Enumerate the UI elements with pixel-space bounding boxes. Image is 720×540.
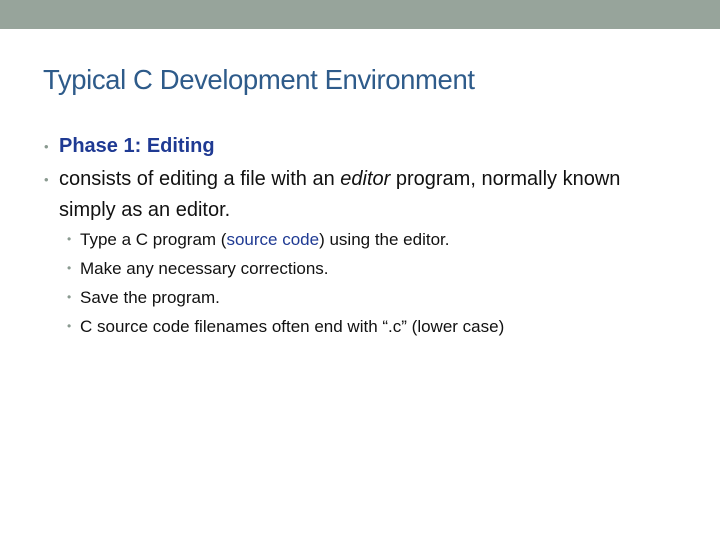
sub-bullet-type-program: • Type a C program (source code) using t… — [67, 225, 450, 254]
bullet-description: • consists of editing a file with an edi… — [44, 164, 669, 226]
bullet-phase-1: • Phase 1: Editing — [44, 131, 215, 162]
sub-bullet-corrections: • Make any necessary corrections. — [67, 254, 329, 283]
bullet-dot-icon: • — [67, 232, 72, 246]
slide-title: Typical C Development Environment — [43, 64, 475, 95]
sub-bullet-save: • Save the program. — [67, 283, 220, 312]
top-decorative-bar — [0, 0, 720, 29]
sub-bullet-text: C source code filenames often end with “… — [80, 317, 505, 336]
bullet-dot-icon: • — [67, 319, 72, 333]
phase-heading: Phase 1: Editing — [59, 135, 215, 157]
sub-bullet-text-end: ) using the editor. — [319, 230, 450, 249]
bullet-dot-icon: • — [67, 261, 72, 275]
description-emphasis: editor — [340, 168, 391, 190]
sub-bullet-text-start: Type a C program ( — [80, 230, 227, 249]
sub-bullet-text: Save the program. — [80, 288, 220, 307]
sub-bullet-filenames: • C source code filenames often end with… — [67, 312, 505, 341]
bullet-dot-icon: • — [44, 172, 49, 187]
description-text-start: consists of editing a file with an — [59, 168, 341, 190]
bullet-dot-icon: • — [67, 290, 72, 304]
bullet-dot-icon: • — [44, 139, 49, 154]
sub-bullet-text: Make any necessary corrections. — [80, 259, 329, 278]
source-code-term: source code — [226, 230, 320, 249]
